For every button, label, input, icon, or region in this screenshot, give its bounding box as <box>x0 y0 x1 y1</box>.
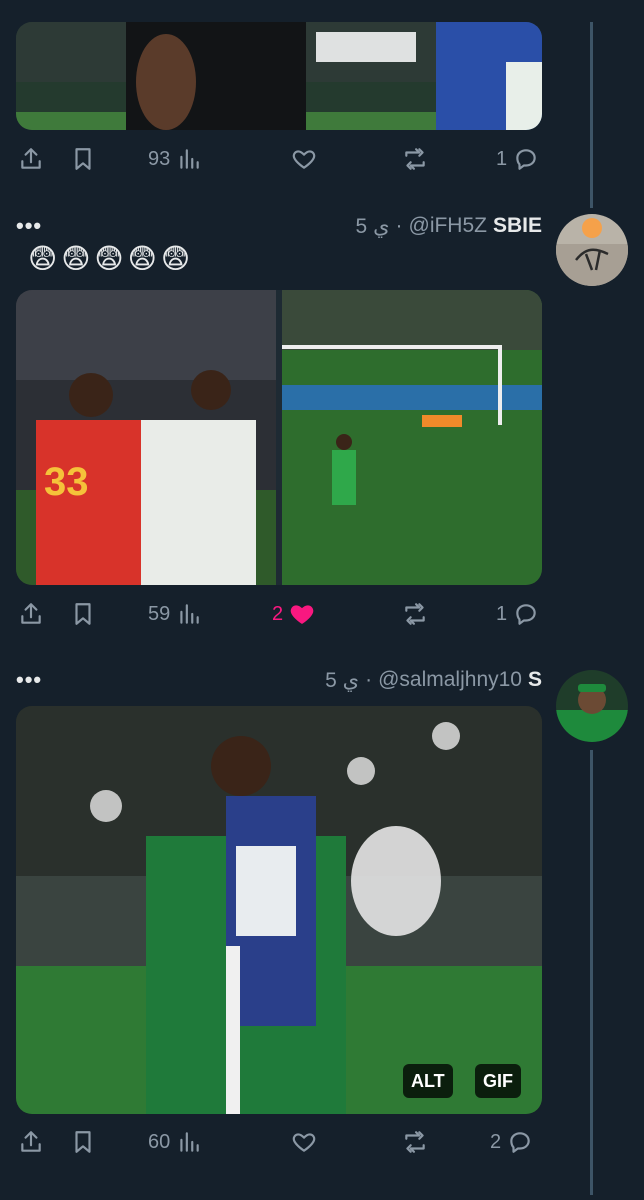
svg-text:33: 33 <box>44 460 89 504</box>
views-count: 60 <box>148 1130 171 1153</box>
share-icon <box>21 1131 41 1152</box>
tweet-1-actions: 93 1 <box>16 139 542 179</box>
separator: · <box>395 214 403 237</box>
emoji: 😨 <box>28 243 58 274</box>
media-left-photo[interactable]: 33 <box>16 290 276 585</box>
avatar-image <box>556 214 628 286</box>
views-icon <box>180 1132 199 1152</box>
thread-line-bottom <box>590 750 593 1195</box>
share-icon <box>21 148 41 169</box>
emoji: 😨 <box>127 243 157 274</box>
like-button[interactable]: 2 <box>272 594 315 634</box>
user-display-name[interactable]: SBIE <box>493 214 542 238</box>
alt-badge[interactable]: ALT <box>403 1064 453 1098</box>
more-options-button[interactable]: ••• <box>16 667 56 693</box>
bookmark-icon <box>75 1131 91 1153</box>
user-handle[interactable]: @iFH5Z <box>409 214 487 238</box>
heart-icon <box>292 1133 316 1152</box>
separator: · <box>365 668 373 691</box>
emoji: 😨 <box>94 243 124 274</box>
soccer-photo <box>16 22 542 130</box>
tweet-text: 😨 😨 😨 😨 😨 <box>28 242 190 275</box>
retweet-icon <box>405 148 425 170</box>
bookmark-icon <box>75 603 91 625</box>
reply-button[interactable]: 1 <box>496 594 539 634</box>
reply-count: 1 <box>496 147 508 170</box>
tweet-time[interactable]: 5 ي <box>325 668 359 693</box>
emoji: 😨 <box>61 243 91 274</box>
like-count: 2 <box>272 602 284 625</box>
user-handle[interactable]: @salmaljhny10 <box>378 668 522 692</box>
tweet-time[interactable]: 5 ي <box>356 214 390 239</box>
reply-count: 1 <box>496 602 508 625</box>
reply-button[interactable]: 2 <box>490 1122 533 1162</box>
reply-button[interactable]: 1 <box>496 139 539 179</box>
bookmark-button[interactable] <box>70 594 96 634</box>
like-button[interactable] <box>291 1122 317 1162</box>
reply-icon <box>510 1132 530 1153</box>
bookmark-button[interactable] <box>70 139 96 179</box>
views-icon <box>180 149 199 169</box>
reply-count: 2 <box>490 1130 502 1153</box>
like-button[interactable] <box>291 139 317 179</box>
tweet-3-actions: 60 2 <box>16 1122 542 1162</box>
tweet-media-gif[interactable]: ALT GIF <box>16 706 542 1114</box>
share-button[interactable] <box>18 594 44 634</box>
views-icon <box>180 604 199 624</box>
retweet-button[interactable] <box>402 139 428 179</box>
heart-icon <box>292 150 316 169</box>
views-button[interactable]: 59 <box>148 594 202 634</box>
bookmark-icon <box>75 148 91 170</box>
tweet-media-image[interactable] <box>16 22 542 130</box>
reply-icon <box>516 604 536 625</box>
more-options-button[interactable]: ••• <box>16 213 56 239</box>
avatar[interactable] <box>556 214 628 286</box>
share-icon <box>21 603 41 624</box>
emoji: 😨 <box>160 243 191 274</box>
tweet-2-actions: 59 2 1 <box>16 594 542 634</box>
media-right-photo[interactable] <box>282 290 542 585</box>
share-button[interactable] <box>18 139 44 179</box>
gif-badge: GIF <box>475 1064 521 1098</box>
tweet-media-grid: 33 <box>16 290 542 585</box>
views-button[interactable]: 60 <box>148 1122 202 1162</box>
views-count: 93 <box>148 147 171 170</box>
tweet-3-header: ••• 5 ي · @salmaljhny10 S <box>16 664 542 696</box>
retweet-button[interactable] <box>402 594 428 634</box>
retweet-icon <box>405 603 425 625</box>
thread-line-top <box>590 22 593 208</box>
avatar-image <box>556 670 628 742</box>
retweet-button[interactable] <box>402 1122 428 1162</box>
gif-preview <box>16 706 542 1114</box>
avatar[interactable] <box>556 670 628 742</box>
views-button[interactable]: 93 <box>148 139 202 179</box>
views-count: 59 <box>148 602 171 625</box>
tweet-2-header: ••• 5 ي · @iFH5Z SBIE <box>16 210 542 242</box>
share-button[interactable] <box>18 1122 44 1162</box>
reply-icon <box>516 149 536 170</box>
user-display-name[interactable]: S <box>528 668 542 692</box>
heart-icon <box>290 605 314 624</box>
retweet-icon <box>405 1131 425 1153</box>
bookmark-button[interactable] <box>70 1122 96 1162</box>
